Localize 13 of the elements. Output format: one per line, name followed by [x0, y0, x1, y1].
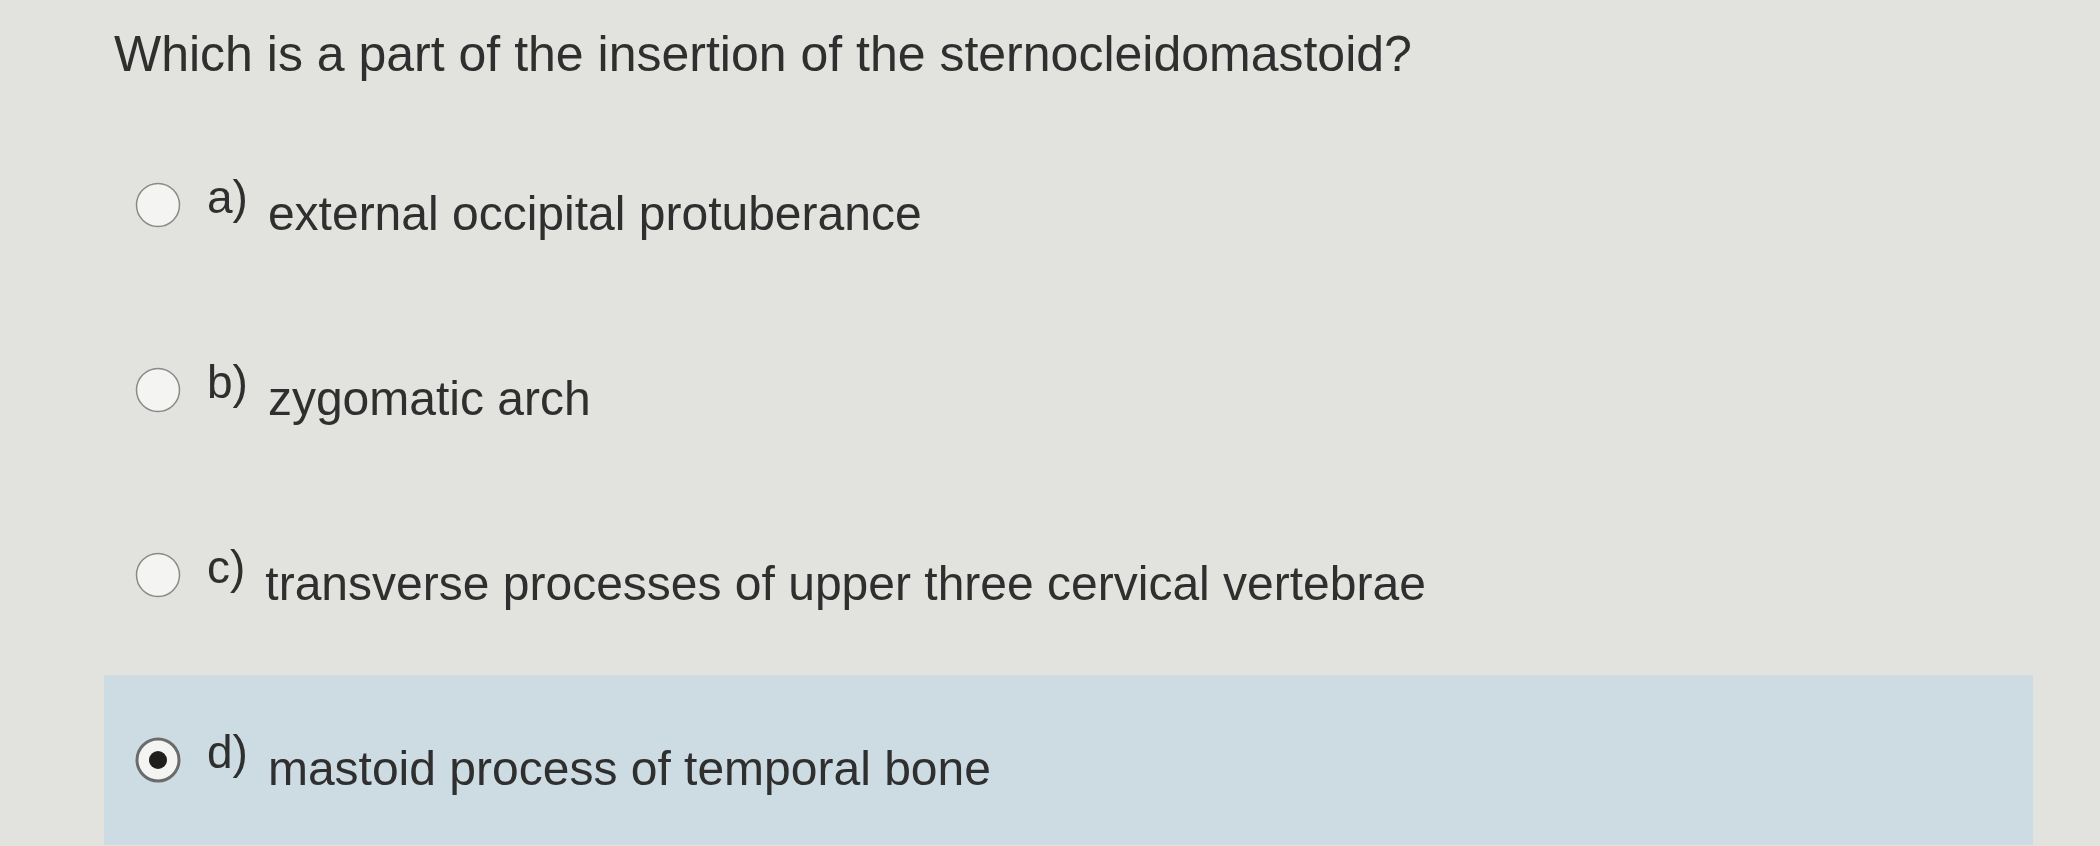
option-text: mastoid process of temporal bone [267, 741, 991, 797]
option-letter: d) [207, 725, 248, 779]
option-text: transverse processes of upper three cervical vertebrae [265, 556, 1426, 612]
radio-button[interactable] [135, 367, 181, 413]
option-letter: b) [207, 355, 248, 409]
option-letter: c) [207, 540, 246, 594]
option-text: zygomatic arch [267, 371, 591, 427]
option-text: external occipital protuberance [267, 186, 922, 242]
question-text: Which is a part of the insertion of the sternocleidomastoid? [114, 25, 1412, 84]
radio-button[interactable] [135, 182, 181, 228]
radio-button[interactable] [135, 737, 181, 783]
option-letter: a) [207, 170, 248, 224]
radio-button[interactable] [135, 552, 181, 598]
